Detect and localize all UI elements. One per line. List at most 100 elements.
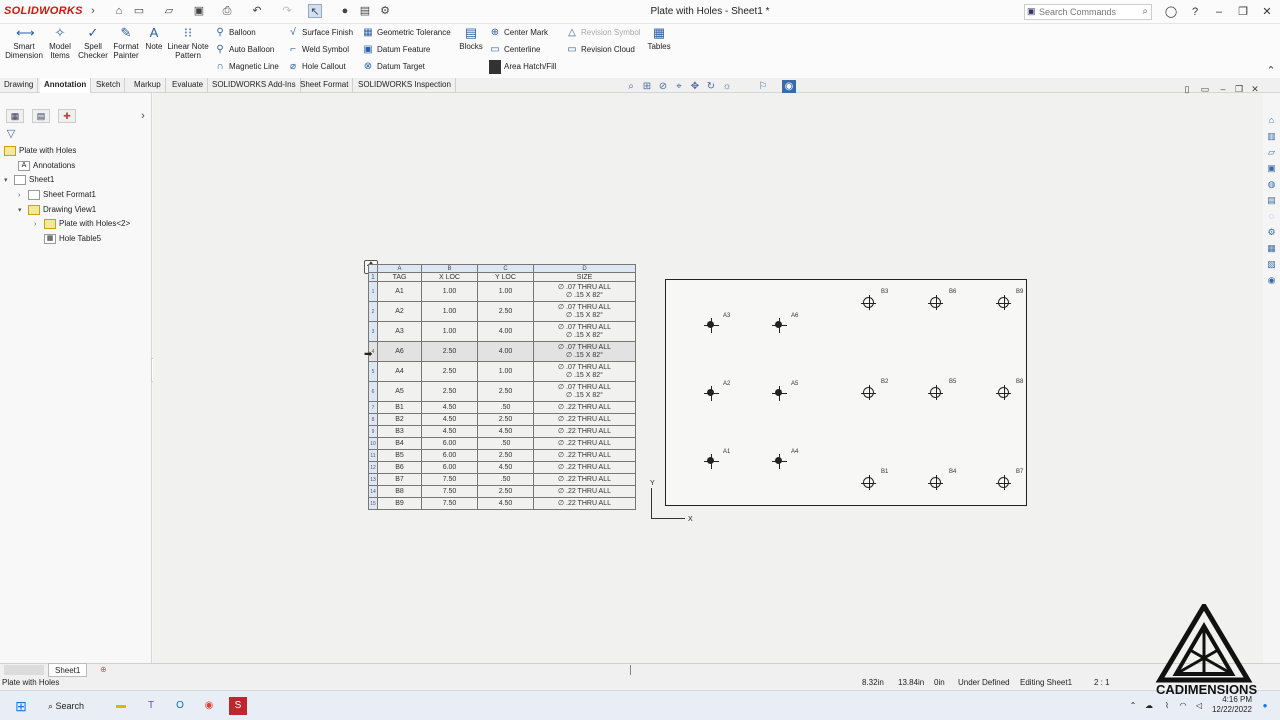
cell-size[interactable]: ∅ .07 THRU ALL ∅ .15 X 82° [533,281,636,302]
cell-tag[interactable]: B8 [377,485,422,498]
row-number[interactable]: 12 [368,461,378,474]
windows-start-icon[interactable]: ⊞ [12,697,30,715]
search-icon[interactable]: ⌕ [1142,6,1148,17]
cell-x-loc[interactable]: 4.50 [421,425,478,438]
status-scale[interactable]: 2 : 1 [1094,678,1110,687]
cell-x-loc[interactable]: 4.50 [421,401,478,414]
tab-markup[interactable]: Markup [130,78,166,93]
solidworks-resources-icon[interactable]: ⌂ [1265,114,1278,127]
teams-icon[interactable]: T [142,697,160,715]
cell-size[interactable]: ∅ .22 THRU ALL [533,485,636,498]
view-palette-icon[interactable]: ▣ [1265,162,1278,175]
chrome-icon[interactable]: ◉ [200,697,218,715]
view-settings-icon[interactable]: ☼ [720,80,734,94]
cell-x-loc[interactable]: 7.50 [421,473,478,486]
table-row[interactable]: 2 A2 1.00 2.50 ∅ .07 THRU ALL ∅ .15 X 82° [368,301,636,322]
cell-tag[interactable]: A5 [377,381,422,402]
cell-y-loc[interactable]: 2.50 [477,413,534,426]
table-row[interactable]: 7 B1 4.50.50 ∅ .22 THRU ALL [368,401,636,414]
taskbar-clock[interactable]: 4:16 PM 12/22/2022 [1208,695,1252,715]
display-pane-icon[interactable]: ◉ [782,80,796,94]
cell-tag[interactable]: A2 [377,301,422,322]
cell-y-loc[interactable]: 4.50 [477,497,534,510]
custom-properties-icon[interactable]: ▤ [1265,194,1278,207]
row-number[interactable]: 9 [368,425,378,438]
cell-x-loc[interactable]: 6.00 [421,437,478,450]
cell-size[interactable]: ∅ .07 THRU ALL ∅ .15 X 82° [533,301,636,322]
save-icon[interactable]: ▣ [192,4,206,18]
undo-icon[interactable]: ↶ [250,4,264,18]
notification-icon[interactable]: ● [1256,697,1274,715]
row-number[interactable]: 11 [368,449,378,462]
volume-icon[interactable]: ◁ [1190,697,1208,715]
cell-y-loc[interactable]: 4.50 [477,461,534,474]
cell-size[interactable]: ∅ .22 THRU ALL [533,401,636,414]
expand-arrow-icon[interactable]: › [18,190,28,202]
cell-y-loc[interactable]: 1.00 [477,281,534,302]
header-x-loc[interactable]: X LOC [421,272,478,282]
cell-size[interactable]: ∅ .07 THRU ALL ∅ .15 X 82° [533,341,636,362]
tab-evaluate[interactable]: Evaluate [168,78,209,93]
select-arrow-icon[interactable]: ↖ [308,4,322,18]
filter-icon[interactable]: ▽ [4,127,18,141]
tab-drawing[interactable]: Drawing [0,78,39,93]
tile-icon[interactable]: ▯ [1180,82,1194,96]
solidworks-forum-icon[interactable]: ◌ [1265,210,1278,223]
open-folder-icon[interactable]: ▱ [162,4,176,18]
hole-b8[interactable] [996,385,1011,400]
cell-tag[interactable]: A1 [377,281,422,302]
datum-target-button[interactable]: ⊗ Datum Target [362,60,425,74]
cell-x-loc[interactable]: 2.50 [421,341,478,362]
cell-tag[interactable]: B6 [377,461,422,474]
toolbox-icon[interactable]: ⚙ [1265,226,1278,239]
tree-drawing-view[interactable]: ▾ Drawing View1 [18,204,96,216]
outlook-icon[interactable]: O [171,697,189,715]
solidworks-logo[interactable]: SOLIDWORKS [4,5,83,17]
header-size[interactable]: SIZE [533,272,636,282]
taskbar-search[interactable]: ⌕ Search [48,698,100,714]
linear-note-pattern-button[interactable]: ⁝⁝ Linear Note Pattern [166,26,210,61]
new-document-icon[interactable]: ▭ [132,4,146,18]
row-number[interactable]: 5 [368,361,378,382]
cell-x-loc[interactable]: 1.00 [421,321,478,342]
view-restore-icon[interactable]: ❐ [1232,82,1246,96]
tree-annotations[interactable]: A Annotations [8,160,75,172]
sheet-scroll-controls[interactable] [4,665,44,675]
tab-sheet-format[interactable]: Sheet Format [296,78,354,93]
cell-tag[interactable]: B3 [377,425,422,438]
hole-a5[interactable] [772,386,787,401]
cell-size[interactable]: ∅ .07 THRU ALL ∅ .15 X 82° [533,361,636,382]
hole-b5[interactable] [928,385,943,400]
tab-solidworks-addins[interactable]: SOLIDWORKS Add-Ins [208,78,301,93]
header-y-loc[interactable]: Y LOC [477,272,534,282]
collapse-arrow-icon[interactable]: ▾ [4,175,14,187]
cell-y-loc[interactable]: 2.50 [477,449,534,462]
blocks-button[interactable]: ▤ Blocks [458,26,484,52]
options-gear-icon[interactable]: ⚙ [378,4,392,18]
model-items-button[interactable]: ✧ Model Items [44,26,76,61]
table-row[interactable]: 15 B9 7.50 4.50 ∅ .22 THRU ALL [368,497,636,510]
cell-tag[interactable]: B9 [377,497,422,510]
row-number[interactable]: 3 [368,321,378,342]
smart-dimension-button[interactable]: ⟷ Smart Dimension [4,26,44,61]
search-commands-field[interactable]: ▣ Search Commands ⌕ [1024,4,1152,20]
hole-callout-button[interactable]: ⌀ Hole Callout [287,60,346,74]
area-hatch-button[interactable]: ▨ Area Hatch/Fill [489,60,556,74]
add-sheet-icon[interactable]: ⊕ [100,665,107,674]
row-number[interactable]: 13 [368,473,378,486]
property-manager-tab-icon[interactable]: ▤ [32,109,50,123]
cell-size[interactable]: ∅ .22 THRU ALL [533,425,636,438]
view-close-icon[interactable]: ✕ [1248,82,1262,96]
hole-a3[interactable] [704,318,719,333]
cell-size[interactable]: ∅ .22 THRU ALL [533,461,636,474]
home-icon[interactable]: ⌂ [112,4,126,18]
cell-y-loc[interactable]: 4.00 [477,321,534,342]
center-mark-button[interactable]: ⊕ Center Mark [489,26,548,40]
hole-a4[interactable] [772,454,787,469]
cell-x-loc[interactable]: 2.50 [421,361,478,382]
file-properties-icon[interactable]: ▤ [358,4,372,18]
feature-manager-tab-icon[interactable]: ▦ [6,109,24,123]
cell-size[interactable]: ∅ .22 THRU ALL [533,473,636,486]
cell-y-loc[interactable]: 4.00 [477,341,534,362]
tree-sheet-format[interactable]: › Sheet Format1 [18,189,96,201]
